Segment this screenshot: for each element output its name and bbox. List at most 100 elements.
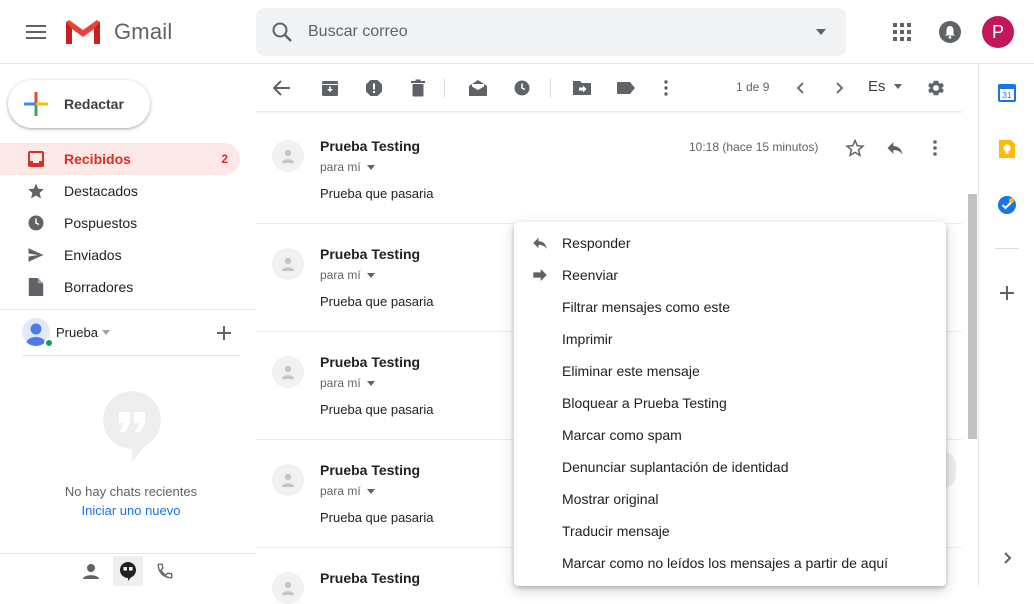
menu-item-block[interactable]: Bloquear a Prueba Testing (514, 387, 946, 419)
sender-avatar (272, 248, 304, 280)
menu-item-phishing[interactable]: Denunciar suplantación de identidad (514, 451, 946, 483)
menu-item-spam[interactable]: Marcar como spam (514, 419, 946, 451)
menu-item-show-original[interactable]: Mostrar original (514, 483, 946, 515)
gmail-logo[interactable]: Gmail (64, 16, 172, 48)
sender-name[interactable]: Prueba Testing (320, 246, 420, 262)
inbox-icon (26, 149, 46, 169)
input-language-selector[interactable]: Es (868, 78, 902, 95)
menu-item-label: Bloquear a Prueba Testing (562, 395, 727, 411)
chevron-down-icon (101, 329, 110, 335)
menu-item-delete[interactable]: Eliminar este mensaje (514, 355, 946, 387)
menu-item-print[interactable]: Imprimir (514, 323, 946, 355)
compose-button[interactable]: Redactar (8, 80, 150, 128)
message-toolbar: 1 de 9 Es (256, 64, 978, 112)
snooze-clock-icon[interactable] (510, 76, 534, 100)
hangouts-user-selector[interactable]: Prueba (22, 318, 110, 346)
chevron-down-icon (366, 488, 375, 494)
menu-item-label: Denunciar suplantación de identidad (562, 459, 789, 475)
sidebar-item-starred[interactable]: Destacados (0, 175, 240, 207)
recipient-details-toggle[interactable]: para mí (320, 160, 375, 174)
move-to-folder-icon[interactable] (570, 76, 594, 100)
forward-icon (530, 265, 550, 285)
sender-avatar (272, 356, 304, 388)
send-icon (26, 245, 46, 265)
keep-bulb-icon[interactable] (997, 139, 1017, 159)
message-timestamp: 10:18 (hace 15 minutos) (689, 140, 819, 154)
hangouts-chat-tab-icon[interactable] (113, 556, 143, 586)
search-input[interactable] (308, 20, 788, 44)
side-panel-divider (995, 248, 1019, 249)
start-new-chat-link[interactable]: Iniciar uno nuevo (0, 503, 262, 518)
sender-name[interactable]: Prueba Testing (320, 138, 420, 154)
contacts-person-icon[interactable] (82, 562, 100, 580)
chevron-down-icon (366, 380, 375, 386)
sidebar-item-drafts[interactable]: Borradores (0, 271, 240, 303)
menu-item-translate[interactable]: Traducir mensaje (514, 515, 946, 547)
message-item[interactable]: Prueba Testing para mí Prueba que pasari… (256, 116, 962, 224)
draft-icon (26, 277, 46, 297)
search-icon[interactable] (270, 20, 294, 44)
sidebar-item-label: Destacados (64, 183, 138, 199)
new-chat-plus-icon[interactable] (216, 325, 232, 341)
menu-item-reply[interactable]: Responder (514, 227, 946, 259)
chevron-right-icon[interactable] (828, 76, 852, 100)
toolbar-separator (444, 78, 445, 98)
star-outline-icon[interactable] (845, 138, 865, 158)
chevron-down-icon (366, 272, 375, 278)
message-snippet: Prueba que pasaria (320, 186, 434, 201)
calendar-icon[interactable]: 31 (997, 83, 1017, 103)
sidebar-item-snoozed[interactable]: Pospuestos (0, 207, 240, 239)
recipient-label: para mí (320, 268, 361, 282)
toolbar-shadow (256, 111, 962, 114)
top-header: Gmail P (0, 0, 1034, 64)
sender-avatar (272, 464, 304, 496)
main-menu-icon[interactable] (20, 16, 52, 48)
recipient-details-toggle[interactable]: para mí (320, 484, 375, 498)
archive-icon[interactable] (318, 76, 342, 100)
menu-item-filter[interactable]: Filtrar mensajes como este (514, 291, 946, 323)
recipient-details-toggle[interactable]: para mí (320, 376, 375, 390)
chevron-down-icon (366, 164, 375, 170)
more-vert-icon[interactable] (925, 138, 945, 158)
sidebar-divider (0, 309, 256, 310)
reply-icon (530, 233, 550, 253)
label-tag-icon[interactable] (614, 76, 638, 100)
phone-icon[interactable] (156, 562, 174, 580)
sidebar-item-label: Recibidos (64, 151, 131, 167)
online-status-dot (44, 338, 54, 348)
reply-icon[interactable] (885, 138, 905, 158)
delete-trash-icon[interactable] (406, 76, 430, 100)
sender-name[interactable]: Prueba Testing (320, 570, 420, 586)
report-spam-icon[interactable] (362, 76, 386, 100)
search-bar[interactable] (256, 8, 846, 56)
menu-item-label: Responder (562, 235, 631, 251)
notifications-icon[interactable] (938, 20, 962, 44)
chevron-left-icon[interactable] (788, 76, 812, 100)
mark-read-icon[interactable] (466, 76, 490, 100)
calendar-day-number: 31 (1003, 91, 1012, 100)
menu-item-forward[interactable]: Reenviar (514, 259, 946, 291)
tasks-check-icon[interactable] (997, 195, 1017, 215)
back-arrow-icon[interactable] (270, 76, 294, 100)
recipient-label: para mí (320, 484, 361, 498)
recipient-details-toggle[interactable]: para mí (320, 268, 375, 282)
message-snippet: Prueba que pasaria (320, 510, 434, 525)
expand-panel-chevron-icon[interactable] (997, 548, 1017, 568)
more-vert-icon[interactable] (654, 76, 678, 100)
sidebar-item-inbox[interactable]: Recibidos 2 (0, 143, 240, 175)
scrollbar-thumb[interactable] (968, 194, 977, 439)
chat-divider (22, 355, 240, 356)
search-options-icon[interactable] (816, 29, 826, 35)
account-avatar[interactable]: P (982, 16, 1014, 48)
menu-item-mark-unread[interactable]: Marcar como no leídos los mensajes a par… (514, 547, 946, 579)
sidebar-item-sent[interactable]: Enviados (0, 239, 240, 271)
sender-name[interactable]: Prueba Testing (320, 462, 420, 478)
settings-gear-icon[interactable] (924, 76, 948, 100)
menu-item-label: Mostrar original (562, 491, 659, 507)
add-addon-plus-icon[interactable] (997, 283, 1017, 303)
no-recent-chats-text: No hay chats recientes (64, 484, 198, 499)
apps-grid-icon[interactable] (890, 20, 914, 44)
sender-name[interactable]: Prueba Testing (320, 354, 420, 370)
toolbar-separator (550, 78, 551, 98)
menu-item-label: Filtrar mensajes como este (562, 299, 731, 315)
